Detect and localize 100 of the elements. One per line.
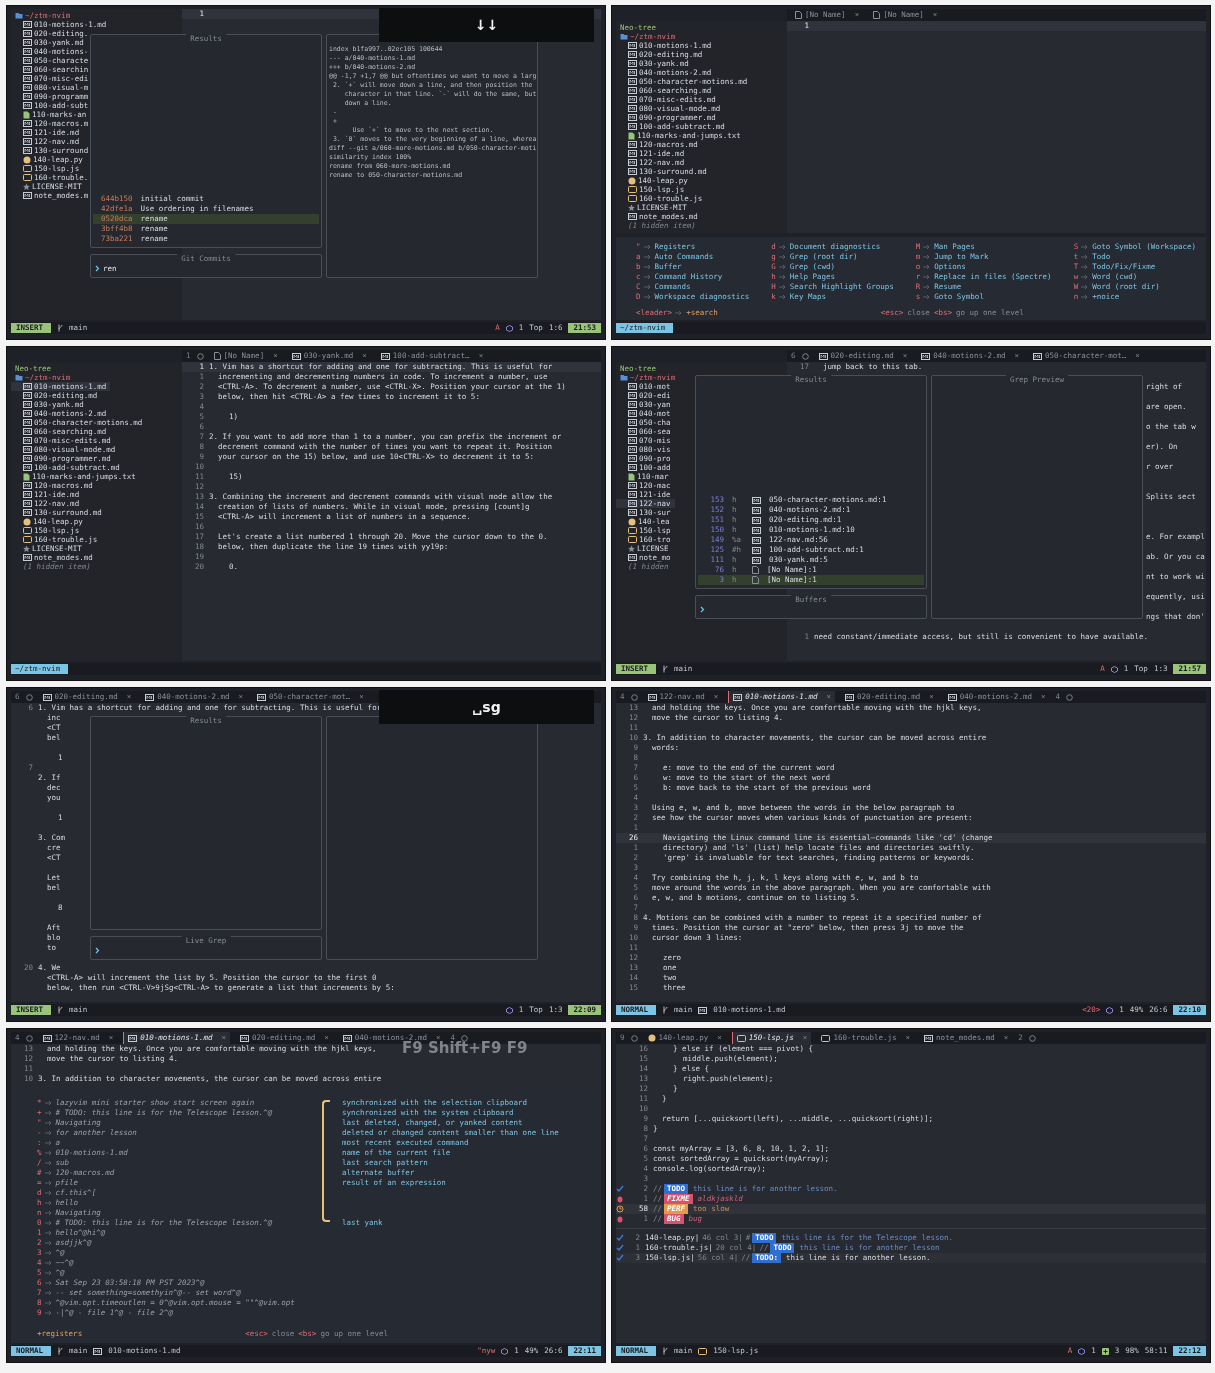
file-icon — [23, 383, 32, 390]
file-icon — [752, 536, 761, 544]
file-icon — [873, 11, 881, 19]
file-icon — [23, 138, 32, 145]
arrow-icon — [44, 1220, 53, 1226]
arrow-icon — [44, 1300, 53, 1306]
file-icon — [628, 159, 637, 166]
arrow-icon — [643, 243, 652, 250]
file-icon — [752, 496, 761, 504]
file-icon — [628, 114, 637, 121]
file-icon — [628, 554, 637, 561]
cube-icon — [1110, 665, 1118, 673]
arrow-icon — [778, 243, 787, 250]
file-icon — [1033, 352, 1042, 360]
chevron-icon — [95, 947, 100, 954]
file-icon — [752, 546, 761, 554]
file-icon — [628, 410, 637, 417]
branch-icon — [662, 1006, 669, 1014]
arrow-icon — [778, 293, 787, 300]
arrow-icon — [44, 1280, 53, 1286]
arrow-icon — [643, 293, 652, 300]
folder-icon — [15, 12, 23, 19]
file-icon — [752, 516, 761, 524]
file-icon — [23, 419, 32, 426]
arrow-icon — [1081, 283, 1090, 290]
arrow-icon — [44, 1170, 53, 1176]
cube-icon — [501, 1347, 509, 1355]
cube-icon — [1078, 1347, 1086, 1355]
file-icon — [145, 693, 155, 701]
arrow-icon — [923, 283, 932, 290]
file-icon — [733, 693, 743, 701]
cube-icon — [1106, 1006, 1114, 1014]
branch-icon — [662, 665, 669, 673]
file-icon — [752, 526, 761, 534]
arrow-icon — [44, 1240, 53, 1246]
file-icon — [698, 1347, 708, 1355]
file-icon — [947, 693, 957, 701]
file-icon — [752, 556, 761, 564]
arrow-icon — [643, 263, 652, 270]
arrow-icon — [643, 253, 652, 260]
arrow-icon — [778, 263, 787, 270]
file-icon — [844, 693, 854, 701]
file-icon — [628, 87, 637, 94]
file-icon — [821, 1034, 831, 1042]
file-icon — [628, 383, 637, 390]
branch-icon — [57, 1347, 64, 1355]
file-icon — [628, 69, 637, 76]
arrow-icon — [1081, 253, 1090, 260]
file-icon — [628, 51, 637, 58]
file-icon — [23, 491, 32, 498]
arrow-icon — [44, 1310, 53, 1316]
arrow-icon — [1081, 273, 1090, 280]
arrow-icon — [643, 273, 652, 280]
file-icon — [628, 105, 637, 112]
file-icon — [93, 1347, 103, 1355]
file-icon — [698, 1006, 708, 1014]
arrow-icon — [44, 1270, 53, 1276]
bug-icon — [616, 1195, 624, 1203]
file-icon — [628, 96, 637, 103]
arrow-icon — [643, 283, 652, 290]
file-icon — [23, 30, 32, 37]
file-icon — [628, 42, 637, 49]
arrow-icon — [44, 1100, 53, 1106]
file-icon — [628, 213, 637, 220]
star-icon — [23, 183, 30, 190]
branch-icon — [57, 324, 64, 332]
file-icon — [239, 1034, 249, 1042]
file-icon — [23, 437, 32, 444]
arrow-icon — [44, 1110, 53, 1116]
folder-icon — [620, 374, 628, 381]
branch-icon — [662, 1347, 669, 1355]
clock-icon — [616, 1205, 624, 1213]
arrow-icon — [923, 293, 932, 300]
chevron-icon — [95, 265, 100, 272]
file-icon — [818, 352, 828, 360]
arrow-icon — [44, 1190, 53, 1196]
file-icon — [628, 392, 637, 399]
chevron-icon — [700, 606, 705, 613]
circle-icon — [801, 352, 809, 360]
file-icon — [752, 506, 761, 514]
arrow-icon — [923, 243, 932, 250]
circle-icon — [630, 693, 638, 701]
arrow-icon — [44, 1230, 53, 1236]
file-icon — [628, 500, 637, 507]
arrow-icon — [923, 273, 932, 280]
file-icon — [628, 455, 637, 462]
file-icon — [628, 78, 637, 85]
file-icon — [23, 500, 32, 507]
file-icon — [23, 392, 32, 399]
arrow-icon — [44, 1200, 53, 1206]
circle-icon — [25, 693, 33, 701]
file-icon — [42, 1034, 52, 1042]
file-icon — [291, 352, 301, 360]
file-icon — [628, 491, 637, 498]
arrow-icon — [1081, 293, 1090, 300]
file-icon — [628, 428, 637, 435]
file-icon — [795, 11, 802, 19]
arrow-icon — [44, 1150, 53, 1156]
arrow-icon — [44, 1130, 53, 1136]
file-icon — [924, 1034, 934, 1042]
